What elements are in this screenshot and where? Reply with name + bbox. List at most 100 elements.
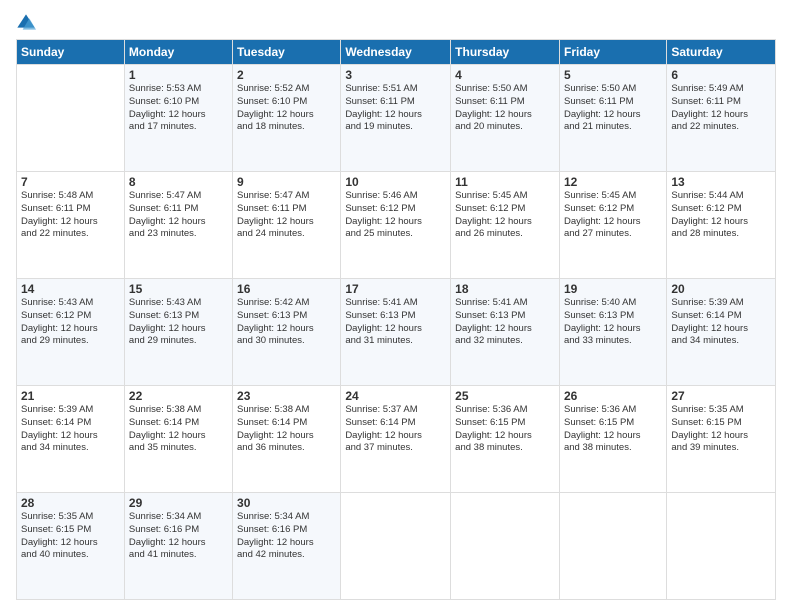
calendar-cell: 1Sunrise: 5:53 AM Sunset: 6:10 PM Daylig…: [124, 65, 232, 172]
day-info: Sunrise: 5:34 AM Sunset: 6:16 PM Dayligh…: [237, 511, 336, 562]
day-number: 24: [345, 389, 446, 403]
day-info: Sunrise: 5:47 AM Sunset: 6:11 PM Dayligh…: [129, 190, 228, 241]
day-number: 16: [237, 282, 336, 296]
calendar-cell: 24Sunrise: 5:37 AM Sunset: 6:14 PM Dayli…: [341, 386, 451, 493]
day-number: 23: [237, 389, 336, 403]
calendar-week-row: 14Sunrise: 5:43 AM Sunset: 6:12 PM Dayli…: [17, 279, 776, 386]
day-number: 8: [129, 175, 228, 189]
day-number: 9: [237, 175, 336, 189]
day-info: Sunrise: 5:35 AM Sunset: 6:15 PM Dayligh…: [671, 404, 771, 455]
day-number: 12: [564, 175, 662, 189]
calendar-cell: 11Sunrise: 5:45 AM Sunset: 6:12 PM Dayli…: [451, 172, 560, 279]
calendar-table: SundayMondayTuesdayWednesdayThursdayFrid…: [16, 39, 776, 600]
calendar-cell: 26Sunrise: 5:36 AM Sunset: 6:15 PM Dayli…: [559, 386, 666, 493]
day-number: 19: [564, 282, 662, 296]
day-number: 11: [455, 175, 555, 189]
calendar-week-row: 21Sunrise: 5:39 AM Sunset: 6:14 PM Dayli…: [17, 386, 776, 493]
day-info: Sunrise: 5:51 AM Sunset: 6:11 PM Dayligh…: [345, 83, 446, 134]
calendar-cell: [451, 493, 560, 600]
day-number: 10: [345, 175, 446, 189]
calendar-cell: 14Sunrise: 5:43 AM Sunset: 6:12 PM Dayli…: [17, 279, 125, 386]
calendar-header-row: SundayMondayTuesdayWednesdayThursdayFrid…: [17, 40, 776, 65]
day-number: 18: [455, 282, 555, 296]
day-number: 7: [21, 175, 120, 189]
day-info: Sunrise: 5:38 AM Sunset: 6:14 PM Dayligh…: [237, 404, 336, 455]
logo: [16, 12, 40, 33]
calendar-cell: 4Sunrise: 5:50 AM Sunset: 6:11 PM Daylig…: [451, 65, 560, 172]
day-info: Sunrise: 5:35 AM Sunset: 6:15 PM Dayligh…: [21, 511, 120, 562]
day-number: 30: [237, 496, 336, 510]
calendar-cell: 8Sunrise: 5:47 AM Sunset: 6:11 PM Daylig…: [124, 172, 232, 279]
day-number: 27: [671, 389, 771, 403]
day-number: 3: [345, 68, 446, 82]
day-number: 15: [129, 282, 228, 296]
calendar-week-row: 7Sunrise: 5:48 AM Sunset: 6:11 PM Daylig…: [17, 172, 776, 279]
day-info: Sunrise: 5:36 AM Sunset: 6:15 PM Dayligh…: [564, 404, 662, 455]
calendar-cell: 16Sunrise: 5:42 AM Sunset: 6:13 PM Dayli…: [233, 279, 341, 386]
day-info: Sunrise: 5:52 AM Sunset: 6:10 PM Dayligh…: [237, 83, 336, 134]
calendar-cell: 3Sunrise: 5:51 AM Sunset: 6:11 PM Daylig…: [341, 65, 451, 172]
day-number: 14: [21, 282, 120, 296]
calendar-cell: 28Sunrise: 5:35 AM Sunset: 6:15 PM Dayli…: [17, 493, 125, 600]
calendar-cell: 2Sunrise: 5:52 AM Sunset: 6:10 PM Daylig…: [233, 65, 341, 172]
day-info: Sunrise: 5:45 AM Sunset: 6:12 PM Dayligh…: [564, 190, 662, 241]
calendar-day-header: Friday: [559, 40, 666, 65]
calendar-cell: [559, 493, 666, 600]
calendar-week-row: 28Sunrise: 5:35 AM Sunset: 6:15 PM Dayli…: [17, 493, 776, 600]
day-info: Sunrise: 5:43 AM Sunset: 6:12 PM Dayligh…: [21, 297, 120, 348]
calendar-cell: 19Sunrise: 5:40 AM Sunset: 6:13 PM Dayli…: [559, 279, 666, 386]
calendar-cell: 5Sunrise: 5:50 AM Sunset: 6:11 PM Daylig…: [559, 65, 666, 172]
page: SundayMondayTuesdayWednesdayThursdayFrid…: [0, 0, 792, 612]
calendar-cell: 13Sunrise: 5:44 AM Sunset: 6:12 PM Dayli…: [667, 172, 776, 279]
day-number: 1: [129, 68, 228, 82]
calendar-cell: 9Sunrise: 5:47 AM Sunset: 6:11 PM Daylig…: [233, 172, 341, 279]
calendar-cell: 10Sunrise: 5:46 AM Sunset: 6:12 PM Dayli…: [341, 172, 451, 279]
day-info: Sunrise: 5:39 AM Sunset: 6:14 PM Dayligh…: [21, 404, 120, 455]
day-info: Sunrise: 5:47 AM Sunset: 6:11 PM Dayligh…: [237, 190, 336, 241]
day-info: Sunrise: 5:53 AM Sunset: 6:10 PM Dayligh…: [129, 83, 228, 134]
calendar-day-header: Sunday: [17, 40, 125, 65]
calendar-day-header: Saturday: [667, 40, 776, 65]
calendar-cell: 23Sunrise: 5:38 AM Sunset: 6:14 PM Dayli…: [233, 386, 341, 493]
day-info: Sunrise: 5:44 AM Sunset: 6:12 PM Dayligh…: [671, 190, 771, 241]
day-info: Sunrise: 5:42 AM Sunset: 6:13 PM Dayligh…: [237, 297, 336, 348]
calendar-cell: 29Sunrise: 5:34 AM Sunset: 6:16 PM Dayli…: [124, 493, 232, 600]
calendar-cell: 15Sunrise: 5:43 AM Sunset: 6:13 PM Dayli…: [124, 279, 232, 386]
day-info: Sunrise: 5:50 AM Sunset: 6:11 PM Dayligh…: [455, 83, 555, 134]
calendar-cell: [17, 65, 125, 172]
day-info: Sunrise: 5:43 AM Sunset: 6:13 PM Dayligh…: [129, 297, 228, 348]
day-number: 6: [671, 68, 771, 82]
day-info: Sunrise: 5:50 AM Sunset: 6:11 PM Dayligh…: [564, 83, 662, 134]
day-number: 13: [671, 175, 771, 189]
day-number: 4: [455, 68, 555, 82]
calendar-day-header: Thursday: [451, 40, 560, 65]
calendar-day-header: Wednesday: [341, 40, 451, 65]
day-info: Sunrise: 5:40 AM Sunset: 6:13 PM Dayligh…: [564, 297, 662, 348]
calendar-cell: 7Sunrise: 5:48 AM Sunset: 6:11 PM Daylig…: [17, 172, 125, 279]
logo-icon: [16, 13, 36, 33]
calendar-cell: [667, 493, 776, 600]
calendar-cell: 6Sunrise: 5:49 AM Sunset: 6:11 PM Daylig…: [667, 65, 776, 172]
day-number: 26: [564, 389, 662, 403]
calendar-cell: 18Sunrise: 5:41 AM Sunset: 6:13 PM Dayli…: [451, 279, 560, 386]
day-info: Sunrise: 5:39 AM Sunset: 6:14 PM Dayligh…: [671, 297, 771, 348]
day-number: 2: [237, 68, 336, 82]
calendar-cell: [341, 493, 451, 600]
day-info: Sunrise: 5:41 AM Sunset: 6:13 PM Dayligh…: [345, 297, 446, 348]
calendar-cell: 12Sunrise: 5:45 AM Sunset: 6:12 PM Dayli…: [559, 172, 666, 279]
day-info: Sunrise: 5:45 AM Sunset: 6:12 PM Dayligh…: [455, 190, 555, 241]
day-number: 5: [564, 68, 662, 82]
calendar-cell: 27Sunrise: 5:35 AM Sunset: 6:15 PM Dayli…: [667, 386, 776, 493]
calendar-cell: 22Sunrise: 5:38 AM Sunset: 6:14 PM Dayli…: [124, 386, 232, 493]
calendar-cell: 25Sunrise: 5:36 AM Sunset: 6:15 PM Dayli…: [451, 386, 560, 493]
day-info: Sunrise: 5:34 AM Sunset: 6:16 PM Dayligh…: [129, 511, 228, 562]
day-info: Sunrise: 5:46 AM Sunset: 6:12 PM Dayligh…: [345, 190, 446, 241]
day-info: Sunrise: 5:38 AM Sunset: 6:14 PM Dayligh…: [129, 404, 228, 455]
day-info: Sunrise: 5:41 AM Sunset: 6:13 PM Dayligh…: [455, 297, 555, 348]
day-number: 29: [129, 496, 228, 510]
day-number: 28: [21, 496, 120, 510]
day-info: Sunrise: 5:36 AM Sunset: 6:15 PM Dayligh…: [455, 404, 555, 455]
day-info: Sunrise: 5:37 AM Sunset: 6:14 PM Dayligh…: [345, 404, 446, 455]
day-info: Sunrise: 5:48 AM Sunset: 6:11 PM Dayligh…: [21, 190, 120, 241]
calendar-day-header: Monday: [124, 40, 232, 65]
